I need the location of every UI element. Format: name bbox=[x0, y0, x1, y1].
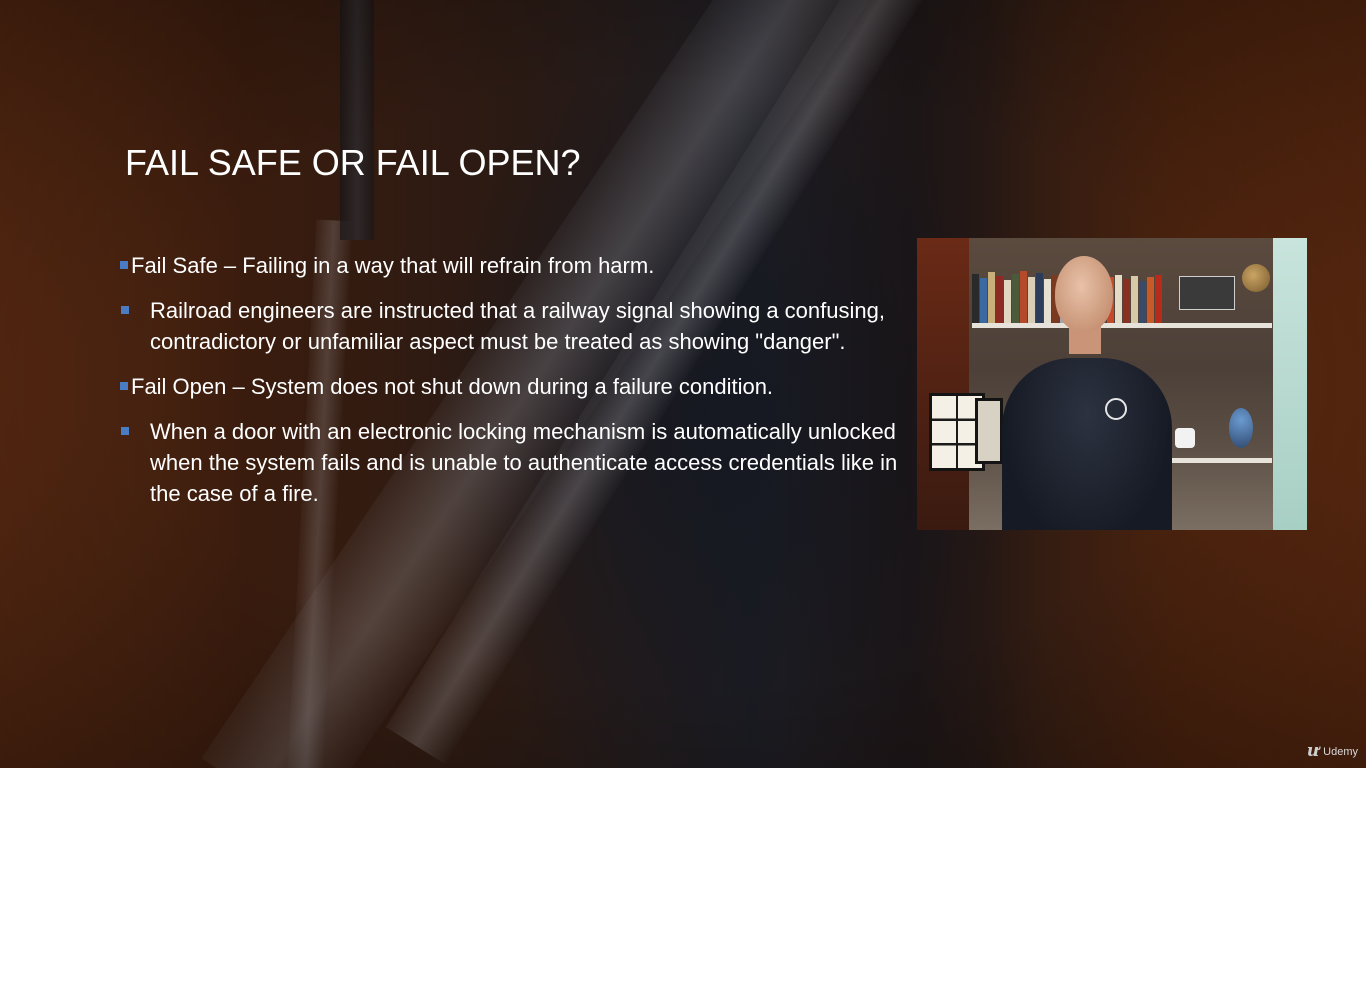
bullet-square-icon bbox=[120, 382, 128, 390]
bullet-text: Fail Safe – Failing in a way that will r… bbox=[131, 253, 655, 278]
bullet-text: Railroad engineers are instructed that a… bbox=[150, 298, 885, 354]
lamp-secondary-icon bbox=[975, 398, 1003, 464]
instructor-webcam-inset bbox=[917, 238, 1307, 530]
bullet-text: When a door with an electronic locking m… bbox=[150, 419, 898, 506]
bookshelf-books-right bbox=[1107, 275, 1163, 325]
udemy-logo-icon: ư bbox=[1306, 741, 1320, 761]
bookshelf-shelf-lower bbox=[1172, 458, 1272, 463]
bullet-door-example: When a door with an electronic locking m… bbox=[118, 416, 918, 509]
mug-icon bbox=[1175, 428, 1195, 448]
video-frame: FAIL SAFE OR FAIL OPEN? Fail Safe – Fail… bbox=[0, 0, 1366, 768]
webcam-wall-right bbox=[1273, 238, 1307, 530]
slide-bullet-list: Fail Safe – Failing in a way that will r… bbox=[118, 250, 918, 523]
bullet-square-icon bbox=[121, 306, 129, 314]
jacket-logo-icon bbox=[1105, 398, 1127, 420]
caution-sign bbox=[1179, 276, 1235, 310]
bullet-fail-safe: Fail Safe – Failing in a way that will r… bbox=[118, 250, 918, 281]
bullet-railroad-example: Railroad engineers are instructed that a… bbox=[118, 295, 918, 357]
bullet-text: Fail Open – System does not shut down du… bbox=[131, 374, 774, 399]
bullet-square-icon bbox=[121, 427, 129, 435]
udemy-watermark: ư Udemy bbox=[1307, 743, 1358, 760]
instructor-torso bbox=[1002, 358, 1172, 530]
blank-area-below-video bbox=[0, 768, 1366, 1008]
webcam-wall-left bbox=[917, 238, 969, 530]
bookshelf-books-left bbox=[972, 271, 1068, 326]
slide-title: FAIL SAFE OR FAIL OPEN? bbox=[125, 142, 581, 183]
globe-decoration-icon bbox=[1242, 264, 1270, 292]
bullet-square-icon bbox=[120, 261, 128, 269]
bullet-fail-open: Fail Open – System does not shut down du… bbox=[118, 371, 918, 402]
plant-decoration-icon bbox=[1229, 408, 1253, 448]
bookshelf-shelf-top bbox=[972, 323, 1272, 328]
udemy-watermark-label: Udemy bbox=[1323, 745, 1358, 758]
instructor-head bbox=[1055, 256, 1113, 332]
